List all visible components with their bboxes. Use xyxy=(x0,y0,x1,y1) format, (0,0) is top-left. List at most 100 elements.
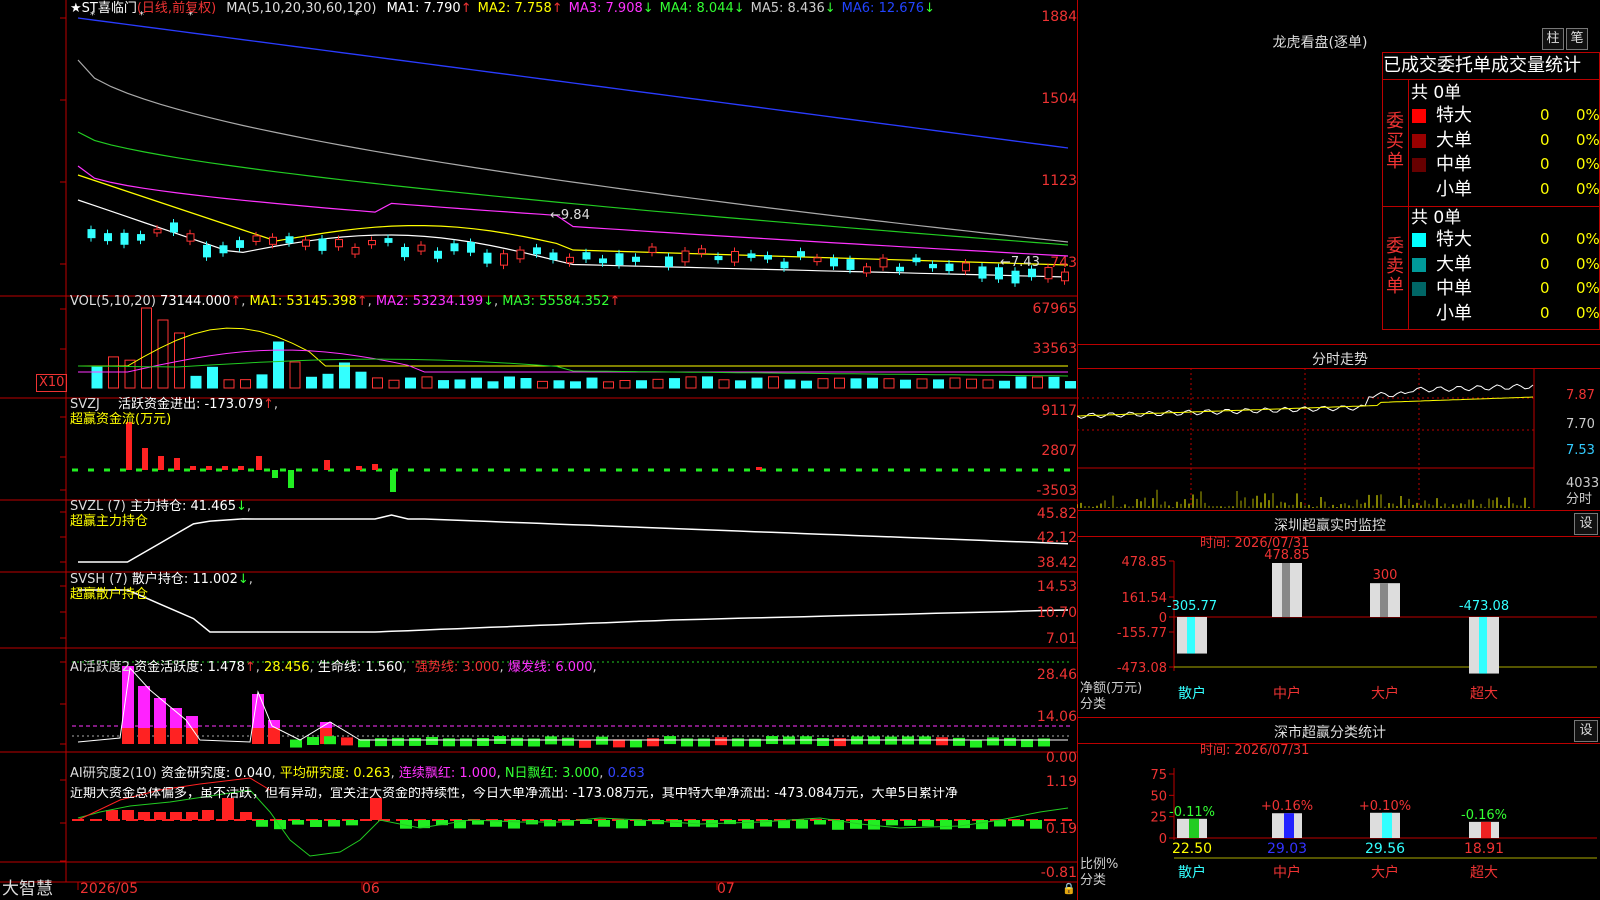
trend-arrow-icon: ↓ xyxy=(824,1,836,16)
activity-bar xyxy=(154,728,166,744)
order-row: 中单 0 0% xyxy=(1410,153,1600,175)
ma-value-5: MA5: 8.436↓ xyxy=(750,1,836,16)
sell-side-label: 委卖单 xyxy=(1386,236,1404,297)
research-bar xyxy=(616,820,628,829)
color-swatch xyxy=(1412,233,1426,247)
candle xyxy=(615,253,624,266)
ai-active-header: AI活跃度2 资金活跃度: 1.478↑, 28.456, 生命线: 1.560… xyxy=(70,660,597,675)
candle xyxy=(747,253,756,258)
change-label: -0.16% xyxy=(1461,808,1507,823)
order-percent: 0% xyxy=(1576,254,1600,273)
volume-bar xyxy=(850,378,862,389)
candle xyxy=(929,263,937,269)
trend-arrow-icon: ↑ xyxy=(460,1,472,16)
candle xyxy=(219,245,228,254)
activity-bar xyxy=(970,739,982,748)
candle xyxy=(879,257,888,268)
chart-canvas[interactable]: * * * * xyxy=(0,0,1077,900)
category-label: 中户 xyxy=(1273,864,1301,881)
bar-value-label: 478.85 xyxy=(1264,548,1310,563)
vol-ma1-line xyxy=(78,327,1068,367)
order-row: 特大 0 0% xyxy=(1410,228,1600,250)
ma-value-6: MA6: 12.676↓ xyxy=(841,1,935,16)
y-tick: 1884 xyxy=(1041,9,1077,25)
volume-bar xyxy=(834,377,845,389)
intraday-title: 分时走势 xyxy=(1312,352,1368,368)
volume-bar xyxy=(784,379,796,389)
candle xyxy=(632,256,640,262)
monitor-chart: 478.85 161.54 0-155.77 -473.08 -305.77 散户 478.… xyxy=(1117,548,1597,702)
volume-bar xyxy=(306,376,317,389)
research-bar xyxy=(202,810,214,820)
x-date: 06 xyxy=(362,881,380,897)
order-size-label: 大单 xyxy=(1436,129,1472,151)
volume-bar xyxy=(520,378,532,389)
order-count: 0 xyxy=(1540,155,1550,173)
tab-filled[interactable]: 已成交 xyxy=(1383,55,1437,76)
lock-icon[interactable]: 🔒 xyxy=(1062,882,1076,895)
y-tick: 0.00 xyxy=(1045,750,1077,766)
vol-ma2-line xyxy=(78,349,1068,373)
tick-view-button[interactable]: 笔 xyxy=(1566,28,1588,50)
candle xyxy=(648,246,657,253)
y-tick: 2807 xyxy=(1041,443,1077,459)
vol-ma3-line xyxy=(77,358,1069,377)
divider xyxy=(1077,717,1600,718)
volume-bar xyxy=(949,377,961,389)
order-count: 0 xyxy=(1540,179,1550,198)
candle xyxy=(302,239,310,247)
intraday-chart[interactable] xyxy=(1077,368,1600,508)
candle xyxy=(780,261,789,269)
activity-bar xyxy=(324,736,336,745)
divider xyxy=(1382,206,1600,207)
volume-bar xyxy=(900,379,911,389)
research-bar xyxy=(370,798,382,820)
stock-name[interactable]: ★ST喜临门 xyxy=(70,1,137,16)
y-tick-label: -473.08 xyxy=(1117,661,1167,676)
order-count: 0 xyxy=(1540,279,1550,297)
candle xyxy=(978,266,987,279)
classify-settings-button[interactable]: 设 xyxy=(1574,720,1598,742)
research-bar xyxy=(580,820,592,825)
research-bar xyxy=(240,812,252,820)
flow-bar xyxy=(158,456,164,470)
order-size-label: 中单 xyxy=(1436,154,1472,175)
category-label: 散户 xyxy=(1178,864,1206,881)
change-label: +0.10% xyxy=(1359,799,1411,814)
buy-total: 共 0单 xyxy=(1411,83,1462,103)
flow-bar xyxy=(222,466,228,470)
dragon-title: 龙虎看盘(逐单) xyxy=(1272,35,1368,51)
order-count: 0 xyxy=(1540,230,1550,248)
research-bar xyxy=(904,820,916,826)
ratio-bar-shade xyxy=(1284,813,1294,838)
y-tick: 33563 xyxy=(1032,341,1077,357)
candle xyxy=(236,240,244,248)
order-count: 0 xyxy=(1540,303,1550,322)
activity-bar xyxy=(885,736,897,745)
monitor-settings-button[interactable]: 设 xyxy=(1574,513,1598,535)
low-price-mark: ←7.43 xyxy=(1000,255,1040,270)
candle xyxy=(104,233,112,242)
y-tick: 1.19 xyxy=(1045,774,1077,790)
candle xyxy=(912,257,921,263)
y-tick-label: 25 xyxy=(1150,811,1167,826)
flow-bar xyxy=(174,458,180,470)
activity-bar xyxy=(511,737,523,746)
order-row: 小单 0 0% xyxy=(1410,302,1600,324)
change-label: +0.16% xyxy=(1261,799,1313,814)
tab-orders[interactable]: 委托单 xyxy=(1437,55,1491,76)
period-label[interactable]: (日线,前复权) xyxy=(137,1,216,16)
y-tick: 1123 xyxy=(1041,173,1077,189)
candle xyxy=(1028,268,1036,278)
y-tick: 9117 xyxy=(1041,403,1077,419)
candle xyxy=(137,234,145,241)
tab-volume-stats[interactable]: 成交量统计 xyxy=(1491,55,1581,76)
volume-bar xyxy=(207,366,218,389)
order-size-label: 特大 xyxy=(1436,105,1472,126)
bar-view-button[interactable]: 柱 xyxy=(1542,28,1564,50)
svzl-header: SVZL (7) 主力持仓: 41.465↓, xyxy=(70,499,252,514)
candle xyxy=(797,251,805,257)
volume-bar xyxy=(537,380,548,389)
svzj-header: SVZJ 活跃资金进出: -173.079↑, xyxy=(70,397,279,412)
flow-bar xyxy=(756,467,762,470)
